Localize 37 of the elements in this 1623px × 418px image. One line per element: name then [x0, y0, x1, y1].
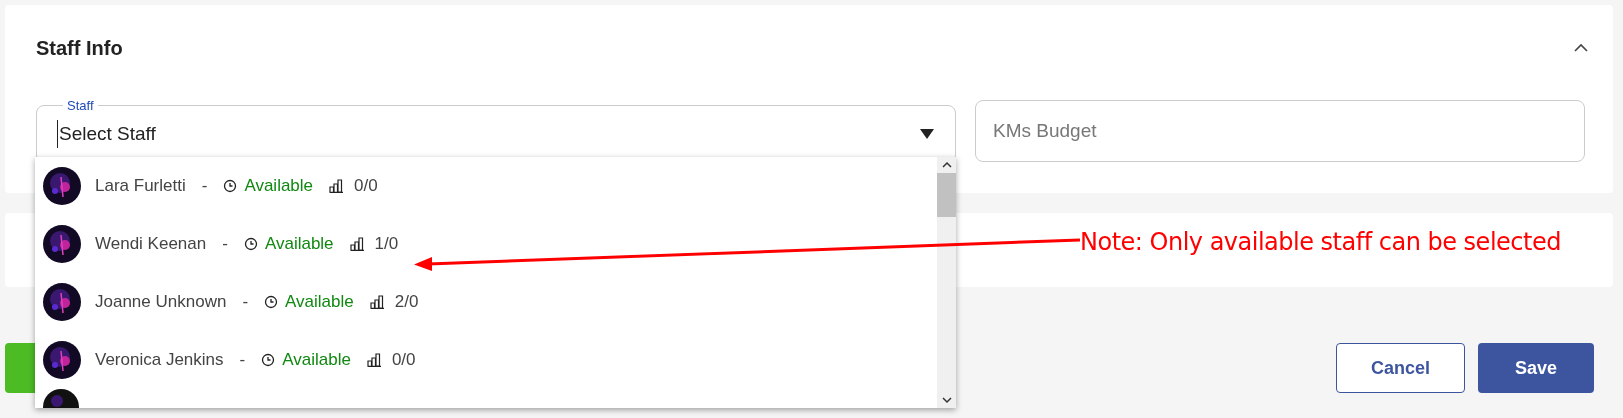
staff-option[interactable]: Joanne Unknown - Available 2/0: [35, 273, 937, 331]
separator: -: [242, 291, 249, 314]
staff-name: Veronica Jenkins: [95, 349, 224, 372]
staff-load: 0/0: [391, 349, 416, 372]
dropdown-caret-icon: [919, 128, 935, 140]
cancel-button[interactable]: Cancel: [1336, 343, 1465, 393]
clock-icon: [223, 179, 238, 193]
clock-icon: [261, 353, 276, 367]
bar-chart-icon: [369, 295, 385, 309]
field-value: Select Staff: [57, 119, 156, 149]
staff-name: Joanne Unknown: [95, 291, 227, 314]
annotation-note: Note: Only available staff can be selected: [1080, 227, 1561, 258]
availability-status: Available: [285, 291, 354, 314]
availability-status: Available: [282, 349, 351, 372]
clock-icon: [243, 237, 258, 251]
bar-chart-icon: [366, 353, 382, 367]
scrollbar-thumb[interactable]: [937, 173, 956, 217]
separator: -: [222, 233, 228, 256]
staff-name: Lara Furletti: [95, 175, 186, 198]
collapse-chevron-icon[interactable]: [1573, 43, 1589, 53]
staff-option[interactable]: Wendi Keenan - Available 1/0: [35, 215, 937, 273]
separator: -: [201, 175, 208, 198]
kms-budget-field[interactable]: KMs Budget: [975, 100, 1585, 162]
section-title: Staff Info: [36, 36, 123, 61]
availability-status: Available: [264, 233, 334, 256]
bar-chart-icon: [329, 179, 345, 193]
separator: -: [239, 349, 246, 372]
staff-option[interactable]: Veronica Jenkins - Available 0/0: [35, 331, 937, 389]
staff-load: 2/0: [394, 291, 419, 314]
scrollbar[interactable]: [937, 157, 956, 408]
staff-load: 0/0: [354, 175, 378, 198]
clock-icon: [264, 295, 279, 309]
bar-chart-icon: [349, 237, 365, 251]
availability-status: Available: [244, 175, 314, 198]
staff-name: Wendi Keenan: [95, 233, 207, 256]
staff-load: 1/0: [374, 233, 399, 256]
save-button[interactable]: Save: [1478, 343, 1594, 393]
